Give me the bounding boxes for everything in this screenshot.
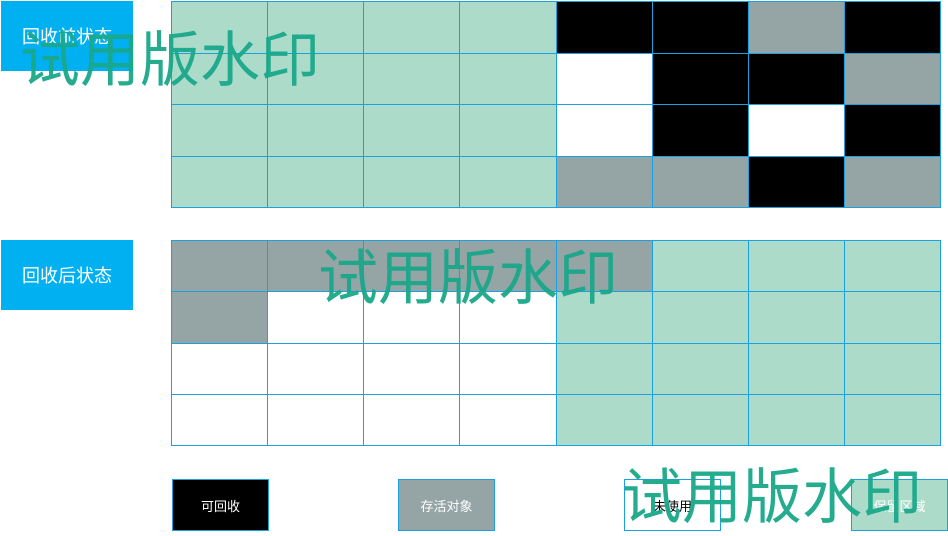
- memory-cell-reclaimable: [843, 1, 941, 54]
- memory-cell-reserved: [267, 155, 365, 208]
- memory-cell-reserved: [459, 1, 557, 54]
- memory-cell-unused: [267, 291, 365, 344]
- memory-cell-reclaimable: [747, 52, 845, 105]
- memory-cell-alive: [747, 1, 845, 54]
- memory-cell-unused: [363, 291, 461, 344]
- memory-cell-reserved: [747, 393, 845, 446]
- memory-cell-reserved: [555, 291, 653, 344]
- memory-cell-alive: [459, 240, 557, 293]
- memory-cell-reclaimable: [651, 1, 749, 54]
- memory-cell-reserved: [459, 52, 557, 105]
- memory-cell-reclaimable: [747, 155, 845, 208]
- memory-cell-reclaimable: [843, 104, 941, 157]
- memory-cell-unused: [171, 342, 269, 395]
- memory-cell-reserved: [843, 393, 941, 446]
- after-state-label: 回收后状态: [1, 240, 133, 310]
- memory-cell-reserved: [267, 104, 365, 157]
- memory-cell-alive: [171, 240, 269, 293]
- memory-cell-alive: [267, 240, 365, 293]
- memory-cell-reserved: [843, 240, 941, 293]
- memory-cell-reclaimable: [555, 1, 653, 54]
- memory-cell-reserved: [747, 291, 845, 344]
- memory-cell-unused: [747, 104, 845, 157]
- memory-cell-unused: [459, 291, 557, 344]
- memory-cell-unused: [459, 393, 557, 446]
- memory-cell-reserved: [747, 240, 845, 293]
- memory-cell-alive: [555, 155, 653, 208]
- memory-cell-reserved: [651, 240, 749, 293]
- memory-cell-unused: [171, 393, 269, 446]
- memory-cell-reclaimable: [651, 104, 749, 157]
- memory-cell-reserved: [651, 291, 749, 344]
- memory-cell-reserved: [171, 104, 269, 157]
- memory-cell-alive: [555, 240, 653, 293]
- memory-cell-reserved: [555, 342, 653, 395]
- memory-cell-reclaimable: [651, 52, 749, 105]
- legend-unused: 未使用: [624, 479, 721, 531]
- memory-cell-reserved: [555, 393, 653, 446]
- memory-cell-unused: [555, 52, 653, 105]
- memory-grid-before: [171, 1, 941, 208]
- memory-grid-after: [171, 240, 941, 446]
- memory-cell-reserved: [363, 52, 461, 105]
- memory-cell-unused: [267, 393, 365, 446]
- memory-cell-alive: [171, 291, 269, 344]
- memory-cell-reserved: [747, 342, 845, 395]
- before-state-label: 回收前状态: [1, 1, 133, 71]
- memory-cell-reserved: [363, 155, 461, 208]
- memory-cell-unused: [363, 393, 461, 446]
- memory-cell-reserved: [363, 1, 461, 54]
- memory-cell-reserved: [171, 155, 269, 208]
- legend-alive: 存活对象: [398, 479, 495, 531]
- memory-cell-unused: [363, 342, 461, 395]
- memory-cell-reserved: [651, 342, 749, 395]
- legend-reclaimable: 可回收: [172, 479, 269, 531]
- memory-cell-unused: [459, 342, 557, 395]
- memory-cell-reserved: [459, 104, 557, 157]
- memory-cell-reserved: [843, 291, 941, 344]
- legend-reserved: 保留区域: [851, 479, 948, 531]
- memory-cell-alive: [843, 155, 941, 208]
- memory-cell-alive: [843, 52, 941, 105]
- memory-cell-reserved: [267, 1, 365, 54]
- memory-cell-reserved: [171, 52, 269, 105]
- memory-cell-alive: [651, 155, 749, 208]
- memory-cell-reserved: [843, 342, 941, 395]
- memory-cell-reserved: [651, 393, 749, 446]
- memory-cell-unused: [555, 104, 653, 157]
- memory-cell-reserved: [267, 52, 365, 105]
- memory-cell-reserved: [171, 1, 269, 54]
- memory-cell-unused: [267, 342, 365, 395]
- memory-cell-reserved: [459, 155, 557, 208]
- memory-cell-reserved: [363, 104, 461, 157]
- memory-cell-alive: [363, 240, 461, 293]
